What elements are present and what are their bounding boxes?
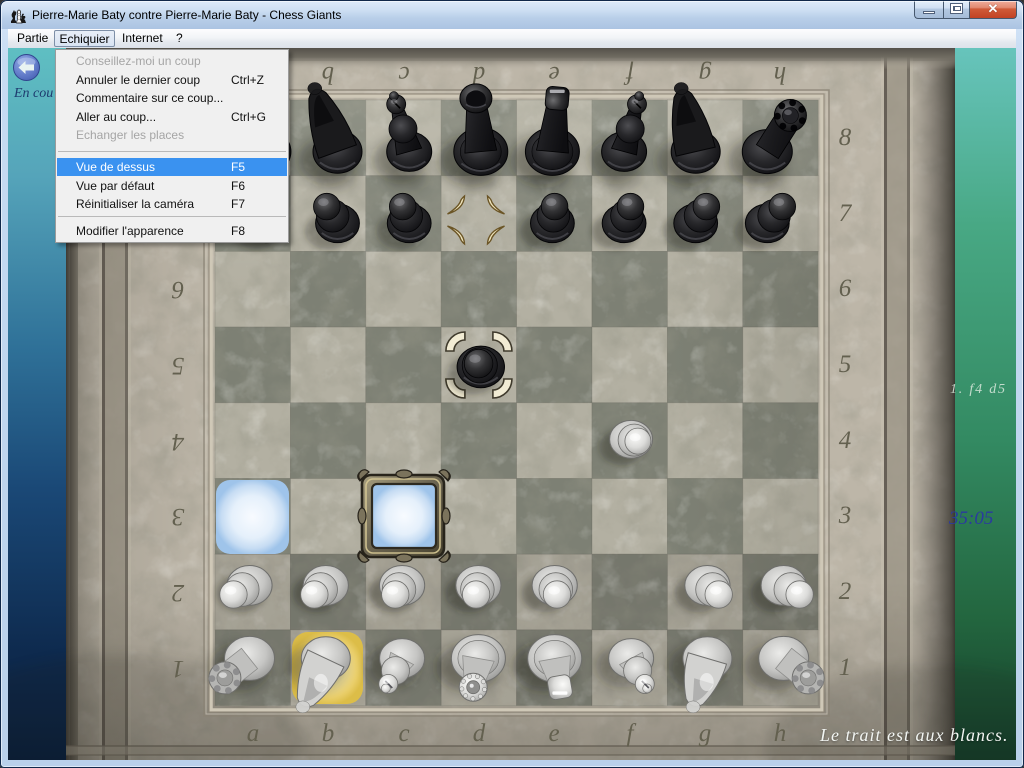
svg-text:2: 2 (172, 579, 185, 606)
svg-text:g: g (699, 720, 712, 747)
svg-text:c: c (398, 720, 409, 747)
svg-text:4: 4 (172, 428, 185, 455)
svg-text:5: 5 (172, 352, 185, 379)
svg-text:b: b (322, 720, 335, 747)
svg-text:h: h (774, 720, 787, 747)
svg-text:7: 7 (839, 200, 853, 227)
svg-text:1: 1 (172, 655, 185, 682)
svg-text:3: 3 (172, 503, 186, 530)
svg-text:1: 1 (839, 654, 852, 681)
svg-text:b: b (322, 61, 335, 88)
svg-text:e: e (548, 720, 559, 747)
svg-text:4: 4 (839, 427, 852, 454)
svg-text:6: 6 (171, 276, 184, 303)
svg-text:3: 3 (838, 502, 852, 529)
svg-text:2: 2 (839, 578, 852, 605)
svg-text:c: c (398, 61, 409, 88)
svg-text:5: 5 (839, 351, 852, 378)
svg-text:e: e (548, 61, 559, 88)
svg-text:a: a (247, 720, 260, 747)
svg-text:h: h (774, 61, 787, 88)
svg-text:g: g (699, 61, 712, 88)
svg-text:d: d (473, 720, 486, 747)
svg-text:8: 8 (839, 124, 852, 151)
svg-text:6: 6 (839, 275, 852, 302)
